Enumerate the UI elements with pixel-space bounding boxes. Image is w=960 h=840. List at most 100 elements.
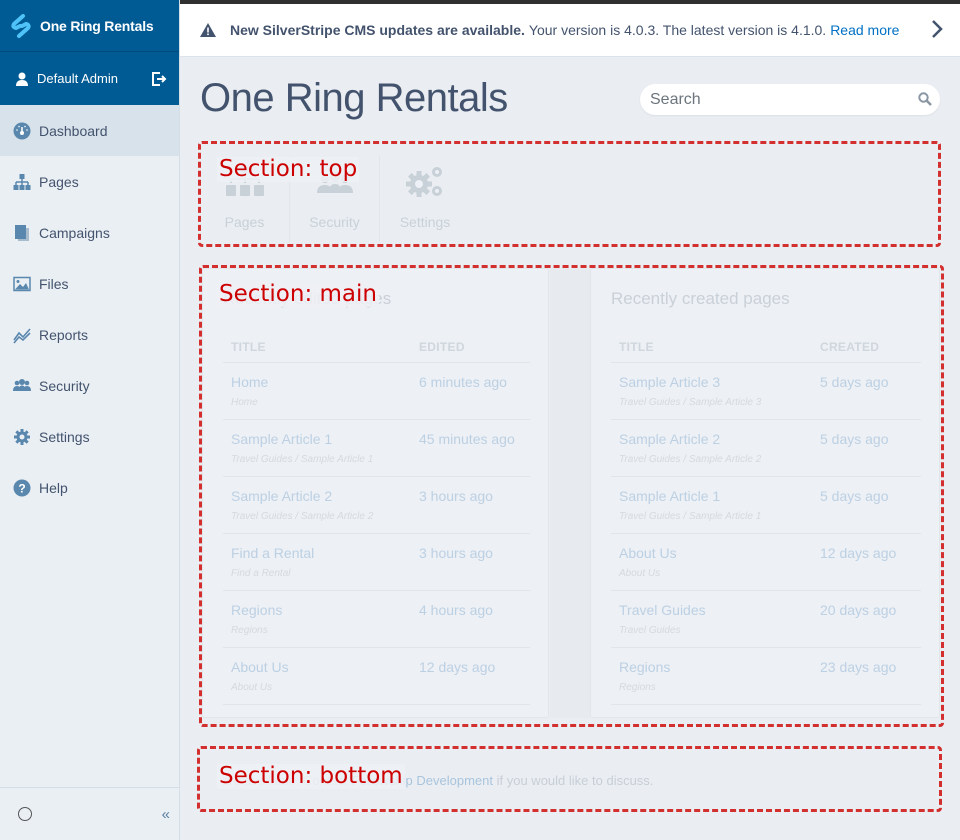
table-row[interactable]: Home Home 6 minutes ago (223, 363, 530, 420)
table-row[interactable]: Travel Guides Travel Guides 20 days ago (611, 591, 921, 648)
logout-icon[interactable] (151, 71, 167, 87)
created-date: 12 days ago (820, 545, 897, 561)
table-row[interactable]: Sample Article 2 Travel Guides / Sample A… (223, 477, 530, 534)
table-header: TITLE CREATED (611, 331, 921, 363)
panel-gutter (550, 268, 590, 718)
table-row[interactable]: Sample Article 1 Travel Guides / Sample A… (611, 477, 921, 534)
brand-header[interactable]: One Ring Rentals (0, 0, 179, 52)
page-path: Travel Guides / Sample Article 2 (231, 511, 374, 522)
table-row[interactable]: Regions Regions 4 hours ago (223, 591, 530, 648)
notice-text: Your version is 4.0.3. The latest versio… (528, 22, 827, 38)
sidebar-nav: Dashboard Pages Campaigns Files Reports (0, 105, 179, 513)
page-title-link[interactable]: Find a Rental (231, 545, 419, 561)
image-icon (13, 275, 31, 293)
page-title-link[interactable]: Regions (231, 602, 419, 618)
panel-title: Recently created pages (611, 289, 790, 308)
created-date: 5 days ago (820, 431, 889, 447)
page-path: Travel Guides / Sample Article 1 (619, 511, 762, 522)
table-row[interactable]: Sample Article 2 Travel Guides / Sample A… (611, 420, 921, 477)
chevron-right-icon[interactable] (930, 18, 944, 40)
page-title-link[interactable]: About Us (619, 545, 820, 561)
bottom-message: are available. Contact Fellowship Develo… (222, 773, 653, 788)
search-icon[interactable] (918, 92, 932, 106)
column-header-edited: EDITED (419, 339, 465, 354)
page-path: Find a Rental (231, 568, 291, 579)
read-more-link[interactable]: Read more (830, 22, 899, 38)
created-date: 5 days ago (820, 374, 889, 390)
gear-icon (13, 428, 31, 446)
shortcut-label: Pages (224, 214, 265, 230)
collapse-sidebar-button[interactable]: « (162, 806, 170, 823)
sidebar-item-help[interactable]: ? Help (0, 462, 179, 513)
bottom-text-after: if you would like to discuss. (496, 773, 654, 788)
page-path: Travel Guides / Sample Article 3 (619, 397, 762, 408)
sidebar-item-label: Reports (39, 326, 89, 343)
user-bar: Default Admin (0, 52, 179, 105)
shortcut-pages[interactable]: Pages (200, 156, 290, 242)
svg-text:?: ? (18, 481, 25, 495)
page-path: Travel Guides / Sample Article 1 (231, 454, 374, 465)
edited-date: 3 hours ago (419, 545, 493, 561)
update-notice: New SilverStripe CMS updates are availab… (180, 4, 960, 57)
sidebar-item-reports[interactable]: Reports (0, 309, 179, 360)
sidebar-item-label: Settings (39, 428, 90, 445)
table-row[interactable]: About Us About Us 12 days ago (611, 534, 921, 591)
panel-title: Recently edited pages (223, 289, 392, 308)
recently-edited-panel: Recently edited pages TITLE EDITED Home H… (202, 268, 549, 718)
page-title-link[interactable]: Sample Article 2 (619, 431, 820, 447)
sidebar-item-dashboard[interactable]: Dashboard (0, 105, 179, 156)
user-icon (16, 72, 28, 86)
edited-date: 45 minutes ago (419, 431, 515, 447)
page-path: Regions (231, 625, 268, 636)
page-title-link[interactable]: Regions (619, 659, 820, 675)
created-date: 23 days ago (820, 659, 897, 675)
edited-date: 3 hours ago (419, 488, 493, 504)
shortcut-settings[interactable]: Settings (380, 156, 470, 242)
sidebar-item-campaigns[interactable]: Campaigns (0, 207, 179, 258)
brand-name: One Ring Rentals (40, 17, 154, 34)
sidebar-item-settings[interactable]: Settings (0, 411, 179, 462)
page-title-link[interactable]: Sample Article 2 (231, 488, 419, 504)
shortcuts-bar: Pages Security Settings (200, 142, 940, 246)
table-row[interactable]: Regions Regions 23 days ago (611, 648, 921, 705)
table-row[interactable]: Sample Article 1 Travel Guides / Sample A… (223, 420, 530, 477)
table-row[interactable]: Find a Rental Find a Rental 3 hours ago (223, 534, 530, 591)
page-title-link[interactable]: Sample Article 1 (231, 431, 419, 447)
page-path: About Us (619, 568, 661, 579)
column-header-created: CREATED (820, 339, 880, 354)
sidebar-item-files[interactable]: Files (0, 258, 179, 309)
security-icon (290, 162, 379, 202)
recently-edited-table: TITLE EDITED Home Home 6 minutes ago Samp… (223, 331, 530, 705)
page-path: Regions (619, 682, 656, 693)
silverstripe-logo-icon (11, 13, 31, 38)
sidebar-item-security[interactable]: Security (0, 360, 179, 411)
page-title-link[interactable]: Sample Article 3 (619, 374, 820, 390)
recently-created-table: TITLE CREATED Sample Article 3 Travel Gui… (611, 331, 921, 705)
settings-icon (380, 162, 470, 202)
page-title-link[interactable]: Sample Article 1 (619, 488, 820, 504)
column-header-title: TITLE (619, 339, 654, 354)
fellowship-development-link[interactable]: Fellowship Development (351, 773, 493, 788)
users-icon (13, 377, 31, 395)
page-title-link[interactable]: Travel Guides (619, 602, 820, 618)
page-title-link[interactable]: About Us (231, 659, 419, 675)
warning-icon (200, 23, 216, 37)
user-name[interactable]: Default Admin (37, 71, 118, 86)
created-date: 5 days ago (820, 488, 889, 504)
sidebar-item-label: Pages (39, 173, 79, 190)
sitemap-icon (13, 173, 31, 191)
page-path: Travel Guides (619, 625, 681, 636)
pages-icon (200, 162, 289, 202)
sidebar-item-label: Help (39, 479, 68, 496)
column-header-title: TITLE (231, 339, 266, 354)
table-row[interactable]: Sample Article 3 Travel Guides / Sample A… (611, 363, 921, 420)
shortcut-security[interactable]: Security (290, 156, 380, 242)
notice-headline: New SilverStripe CMS updates are availab… (230, 22, 525, 38)
table-row[interactable]: About Us About Us 12 days ago (223, 648, 530, 705)
sidebar-item-pages[interactable]: Pages (0, 156, 179, 207)
page-path: Home (231, 397, 258, 408)
search-input[interactable] (640, 84, 900, 115)
page-title-link[interactable]: Home (231, 374, 419, 390)
shortcut-label: Settings (399, 214, 451, 230)
sidebar-item-label: Campaigns (39, 224, 110, 241)
